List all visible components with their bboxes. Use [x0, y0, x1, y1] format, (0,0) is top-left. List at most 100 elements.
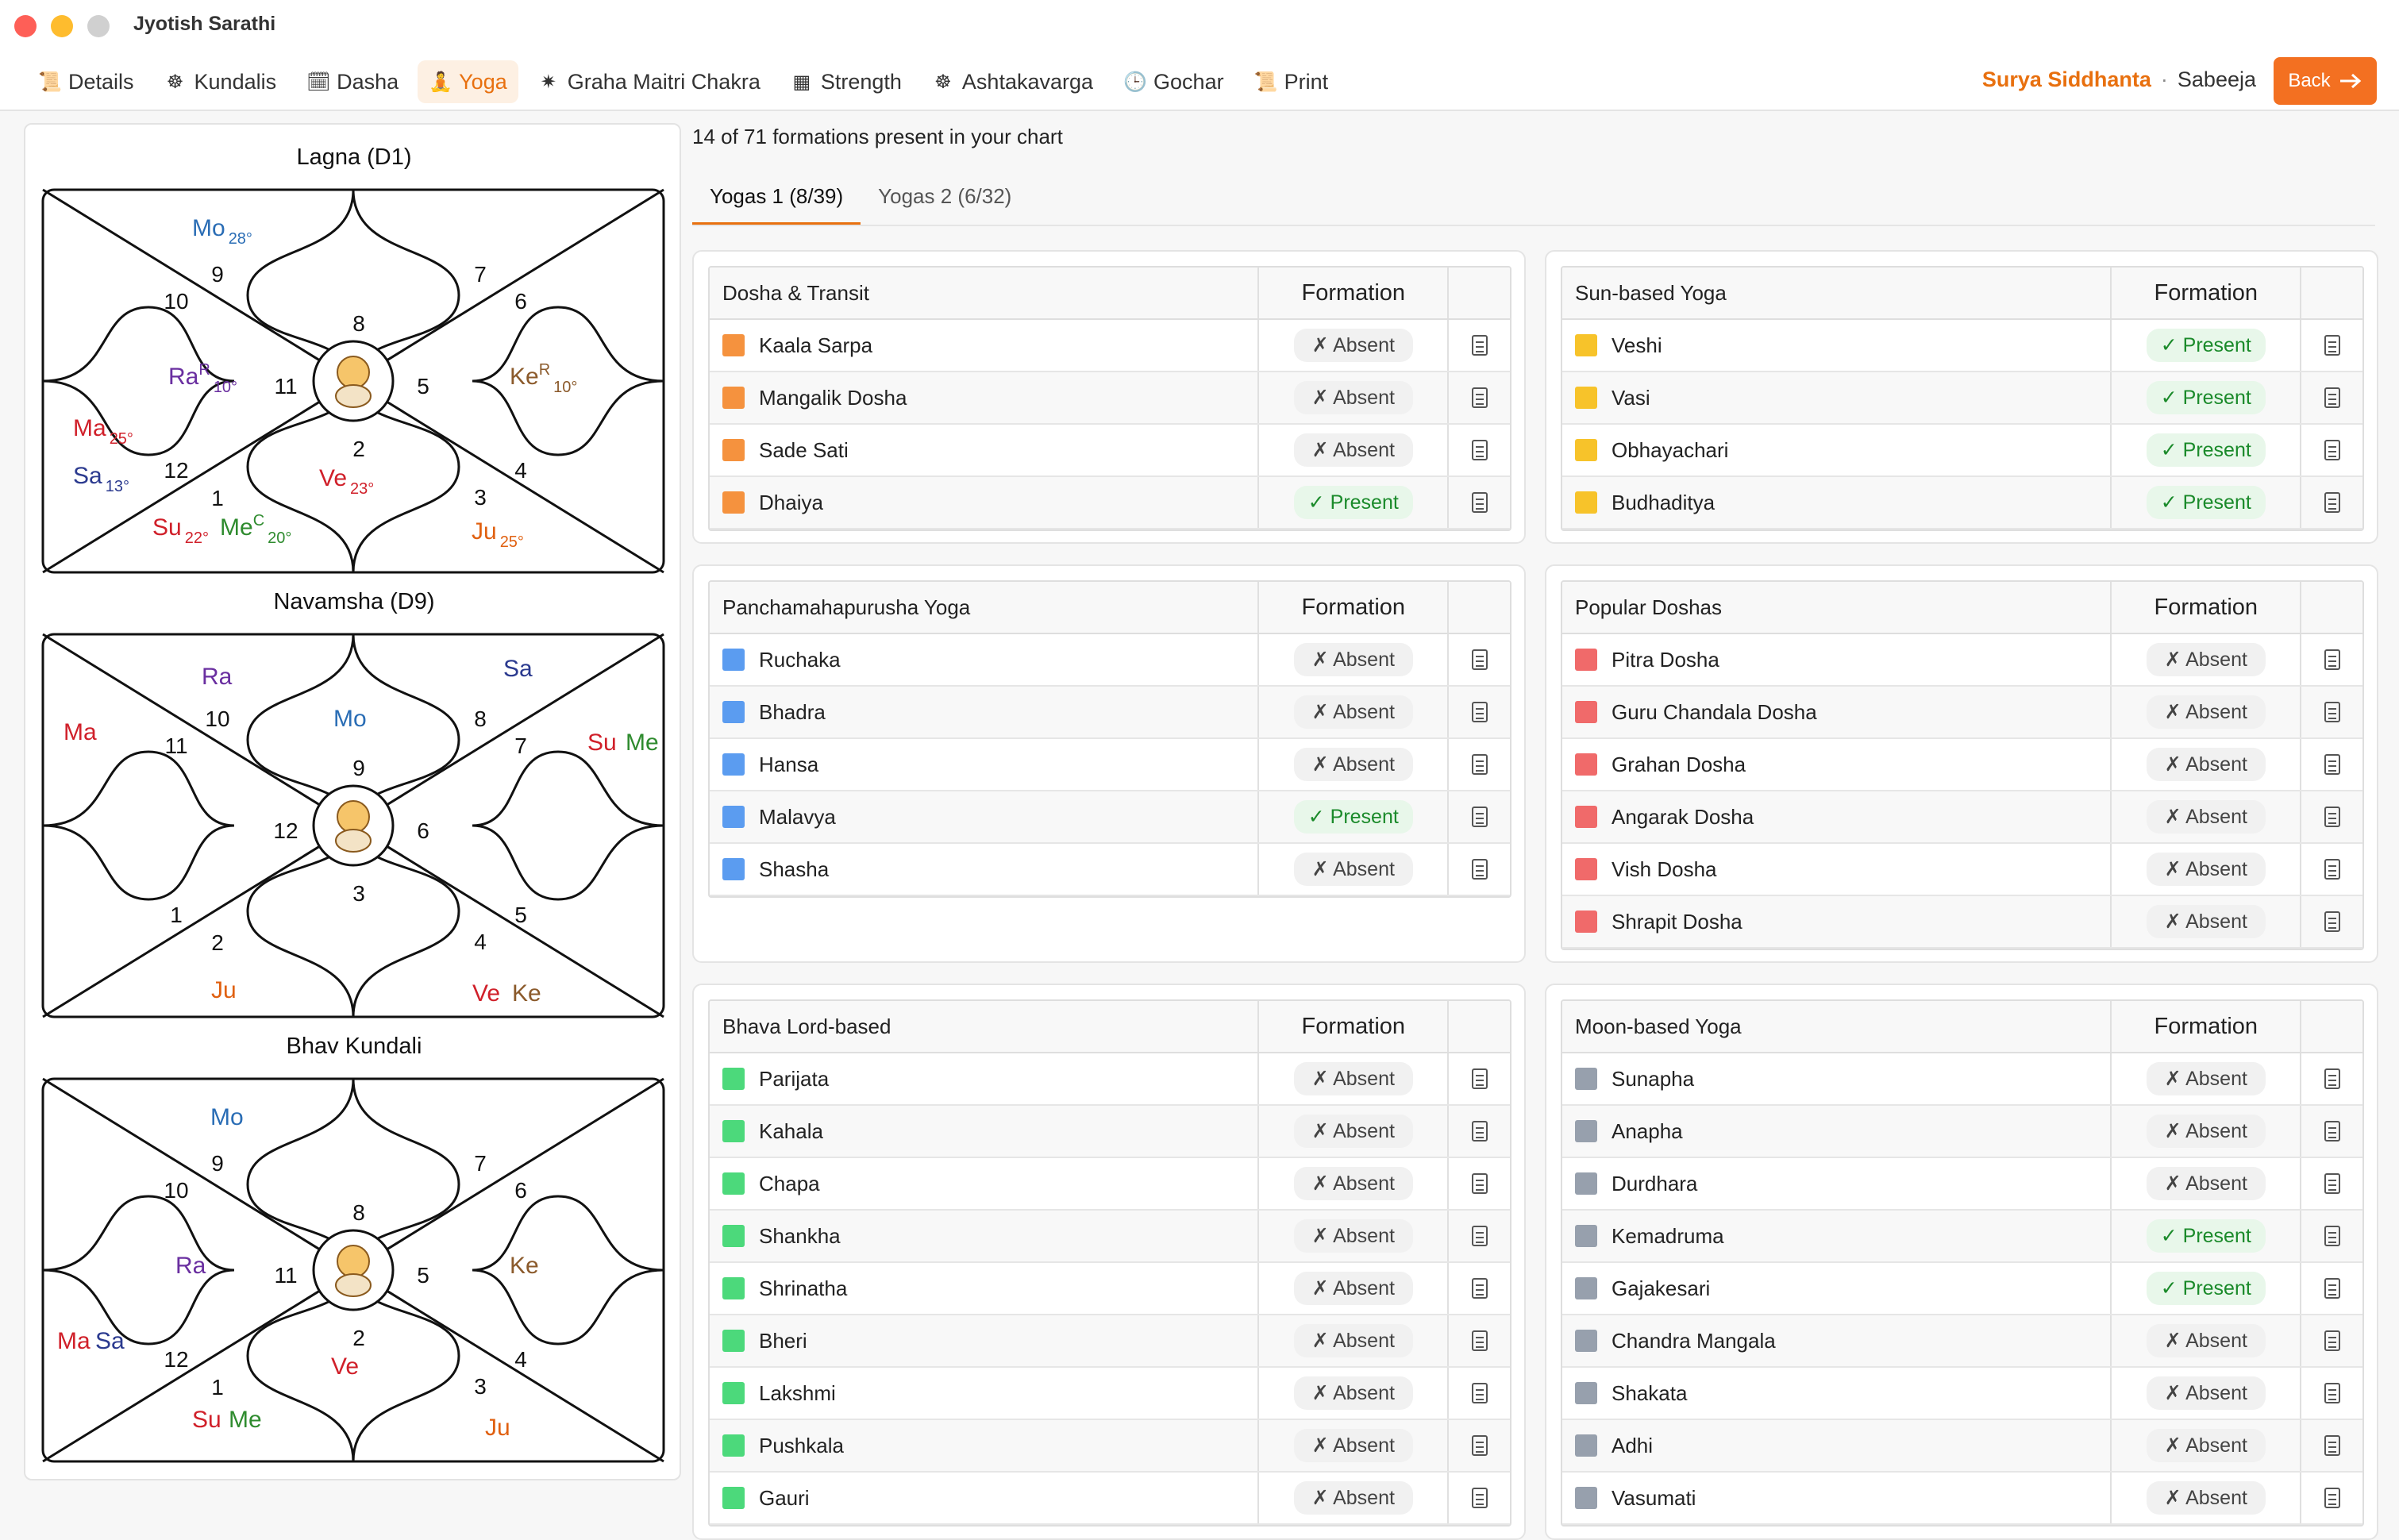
planet-ju[interactable]: Ju	[211, 977, 237, 1003]
table-row[interactable]: Gauri ✗ Absent	[710, 1473, 1510, 1525]
system-name[interactable]: Surya Siddhanta	[1982, 67, 2151, 92]
table-row[interactable]: Mangalik Dosha ✗ Absent	[710, 372, 1510, 425]
lagna-chart[interactable]: 876543211211109Mo 28°RaR10° KeR10°Ma 25°Sa 1…	[41, 188, 665, 574]
table-row[interactable]: Dhaiya ✓ Present	[710, 477, 1510, 529]
planet-su[interactable]: Su	[587, 730, 617, 756]
planet-ke[interactable]: KeR10°	[510, 361, 577, 396]
navamsha-chart[interactable]: 9 8 7 6 5 4 3 2 1 12 11 10 Ra Sa Mo Ma Su Me Ju Ve Ke	[41, 633, 665, 1018]
back-button[interactable]: Back	[2274, 57, 2377, 105]
table-row[interactable]: Gajakesari ✓ Present	[1562, 1263, 2362, 1315]
planet-ra[interactable]: Ra	[175, 1253, 206, 1279]
planet-me[interactable]: Me	[229, 1407, 262, 1433]
document-icon[interactable]	[2324, 1488, 2340, 1508]
document-icon[interactable]	[2324, 1068, 2340, 1089]
nav-dasha[interactable]: 🗓 Dasha	[295, 60, 410, 103]
planet-ma[interactable]: Ma 25°	[73, 415, 133, 448]
table-row[interactable]: Ruchaka ✗ Absent	[710, 634, 1510, 687]
planet-sa[interactable]: Sa	[95, 1328, 125, 1354]
tab-yogas-1[interactable]: Yogas 1 (8/39)	[692, 175, 861, 225]
planet-ve[interactable]: Ve 23°	[319, 465, 374, 498]
document-icon[interactable]	[2324, 1173, 2340, 1194]
planet-ju[interactable]: Ju	[485, 1415, 510, 1441]
table-row[interactable]: Sade Sati ✗ Absent	[710, 425, 1510, 477]
document-icon[interactable]	[2324, 1121, 2340, 1142]
planet-ve[interactable]: Ve	[472, 980, 500, 1007]
nav-ashtakavarga[interactable]: ☸ Ashtakavarga	[921, 60, 1104, 103]
planet-ma[interactable]: Ma	[57, 1328, 90, 1354]
table-row[interactable]: Adhi ✗ Absent	[1562, 1420, 2362, 1473]
nav-print[interactable]: 📜 Print	[1243, 60, 1340, 103]
document-icon[interactable]	[2324, 911, 2340, 932]
document-icon[interactable]	[1471, 807, 1488, 827]
table-row[interactable]: Anapha ✗ Absent	[1562, 1106, 2362, 1158]
bhav-chart[interactable]: 8 7 6 5 4 3 2 1 12 11 10 9 Mo Ra Ke Ma Sa Ve Su Me Ju	[41, 1077, 665, 1463]
table-row[interactable]: Pitra Dosha ✗ Absent	[1562, 634, 2362, 687]
table-row[interactable]: Bheri ✗ Absent	[710, 1315, 1510, 1368]
table-row[interactable]: Bhadra ✗ Absent	[710, 687, 1510, 739]
table-row[interactable]: Sunapha ✗ Absent	[1562, 1053, 2362, 1106]
table-row[interactable]: Vasumati ✗ Absent	[1562, 1473, 2362, 1525]
table-row[interactable]: Lakshmi ✗ Absent	[710, 1368, 1510, 1420]
document-icon[interactable]	[1471, 1383, 1488, 1403]
planet-mo[interactable]: Mo	[333, 706, 367, 732]
document-icon[interactable]	[1471, 387, 1488, 408]
document-icon[interactable]	[2324, 807, 2340, 827]
table-row[interactable]: Vish Dosha ✗ Absent	[1562, 844, 2362, 896]
document-icon[interactable]	[2324, 1278, 2340, 1299]
table-row[interactable]: Kahala ✗ Absent	[710, 1106, 1510, 1158]
table-row[interactable]: Malavya ✓ Present	[710, 791, 1510, 844]
document-icon[interactable]	[2324, 649, 2340, 670]
table-row[interactable]: Vasi ✓ Present	[1562, 372, 2362, 425]
planet-me[interactable]: MeC20°	[220, 512, 291, 547]
planet-su[interactable]: Su	[192, 1407, 221, 1433]
document-icon[interactable]	[1471, 1226, 1488, 1246]
planet-mo[interactable]: Mo 28°	[192, 215, 252, 248]
document-icon[interactable]	[1471, 859, 1488, 880]
table-row[interactable]: Kaala Sarpa ✗ Absent	[710, 320, 1510, 372]
table-row[interactable]: Guru Chandala Dosha ✗ Absent	[1562, 687, 2362, 739]
planet-sa[interactable]: Sa 13°	[73, 463, 129, 495]
planet-ke[interactable]: Ke	[512, 980, 541, 1007]
nav-yoga[interactable]: 🧘 Yoga	[418, 60, 518, 103]
table-row[interactable]: Shasha ✗ Absent	[710, 844, 1510, 896]
document-icon[interactable]	[2324, 440, 2340, 460]
document-icon[interactable]	[2324, 1226, 2340, 1246]
tab-yogas-2[interactable]: Yogas 2 (6/32)	[861, 175, 1029, 225]
planet-ma[interactable]: Ma	[64, 719, 97, 745]
table-row[interactable]: Budhaditya ✓ Present	[1562, 477, 2362, 529]
nav-strength[interactable]: ▦ Strength	[780, 60, 913, 103]
table-row[interactable]: Shankha ✗ Absent	[710, 1211, 1510, 1263]
planet-ke[interactable]: Ke	[510, 1253, 539, 1279]
table-row[interactable]: Angarak Dosha ✗ Absent	[1562, 791, 2362, 844]
zoom-window-button[interactable]	[87, 15, 110, 37]
table-row[interactable]: Shrapit Dosha ✗ Absent	[1562, 896, 2362, 949]
document-icon[interactable]	[1471, 702, 1488, 722]
table-row[interactable]: Chandra Mangala ✗ Absent	[1562, 1315, 2362, 1368]
table-row[interactable]: Veshi ✓ Present	[1562, 320, 2362, 372]
document-icon[interactable]	[1471, 1173, 1488, 1194]
table-row[interactable]: Chapa ✗ Absent	[710, 1158, 1510, 1211]
planet-me[interactable]: Me	[626, 730, 659, 756]
table-row[interactable]: Pushkala ✗ Absent	[710, 1420, 1510, 1473]
document-icon[interactable]	[1471, 335, 1488, 356]
nav-graha-maitri-chakra[interactable]: ✷ Graha Maitri Chakra	[526, 60, 772, 103]
nav-gochar[interactable]: 🕒 Gochar	[1112, 60, 1235, 103]
document-icon[interactable]	[1471, 492, 1488, 513]
document-icon[interactable]	[2324, 387, 2340, 408]
table-row[interactable]: Durdhara ✗ Absent	[1562, 1158, 2362, 1211]
table-row[interactable]: Hansa ✗ Absent	[710, 739, 1510, 791]
document-icon[interactable]	[1471, 1121, 1488, 1142]
planet-ra[interactable]: Ra	[202, 664, 233, 690]
system-variant[interactable]: Sabeeja	[2178, 67, 2256, 92]
document-icon[interactable]	[1471, 1435, 1488, 1456]
document-icon[interactable]	[1471, 1488, 1488, 1508]
close-window-button[interactable]	[14, 15, 37, 37]
document-icon[interactable]	[2324, 1435, 2340, 1456]
document-icon[interactable]	[1471, 1068, 1488, 1089]
document-icon[interactable]	[1471, 1278, 1488, 1299]
planet-ra[interactable]: RaR10°	[168, 361, 237, 396]
nav-details[interactable]: 📜 Details	[27, 60, 145, 103]
planet-ju[interactable]: Ju 25°	[472, 518, 524, 551]
table-row[interactable]: Grahan Dosha ✗ Absent	[1562, 739, 2362, 791]
document-icon[interactable]	[2324, 1330, 2340, 1351]
